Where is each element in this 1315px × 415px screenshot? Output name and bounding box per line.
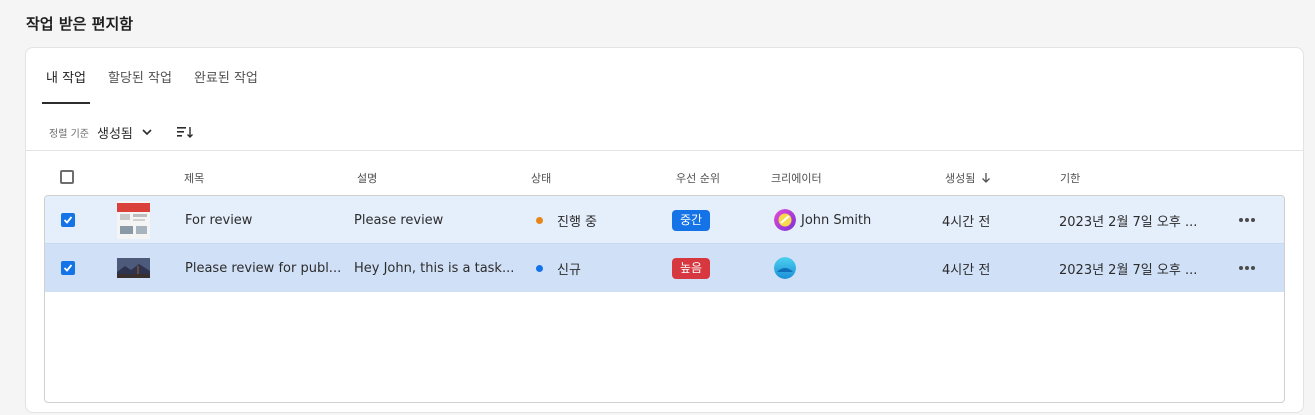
tab-assigned-tasks[interactable]: 할당된 작업 xyxy=(104,70,176,104)
task-status: 진행 중 xyxy=(536,196,597,244)
column-header-creator[interactable]: 크리에이터 xyxy=(771,170,822,186)
table-row[interactable]: Please review for publ... Hey John, this… xyxy=(45,244,1284,292)
row-thumbnail xyxy=(117,244,150,292)
more-icon[interactable] xyxy=(1238,265,1256,271)
sort-bar: 정렬 기준 생성됨 xyxy=(49,121,195,143)
document-thumbnail-image xyxy=(117,201,150,239)
status-dot-icon xyxy=(536,264,543,272)
tab-completed-tasks[interactable]: 완료된 작업 xyxy=(190,70,262,104)
row-checkbox[interactable] xyxy=(61,261,75,275)
sort-value[interactable]: 생성됨 xyxy=(97,123,133,142)
column-status-label: 상태 xyxy=(531,172,552,185)
task-due: 2023년 2월 7일 오후 ... xyxy=(1059,262,1198,278)
divider xyxy=(26,150,1303,151)
avatar xyxy=(774,257,796,279)
task-title[interactable]: For review xyxy=(185,196,252,244)
column-header-status[interactable]: 상태 xyxy=(531,170,551,186)
task-table: For review Please review 진행 중 중간 John Sm… xyxy=(44,195,1285,403)
priority-badge: 중간 xyxy=(672,209,711,231)
creator-name: John Smith xyxy=(801,212,872,228)
column-priority-label: 우선 순위 xyxy=(676,172,720,185)
arrow-down-icon xyxy=(982,173,991,183)
row-more-actions[interactable] xyxy=(1238,196,1256,244)
column-created-label: 생성됨 xyxy=(945,172,976,185)
priority-badge: 높음 xyxy=(672,257,711,279)
task-priority: 높음 xyxy=(672,244,711,292)
task-title[interactable]: Please review for publ... xyxy=(185,244,341,292)
task-status: 신규 xyxy=(536,244,581,292)
column-header-title[interactable]: 제목 xyxy=(184,170,204,186)
table-header: 제목 설명 상태 우선 순위 크리에이터 생성됨 기한 xyxy=(44,161,1284,193)
page-title: 작업 받은 편지함 xyxy=(26,15,134,33)
column-creator-label: 크리에이터 xyxy=(771,172,822,185)
column-header-created[interactable]: 생성됨 xyxy=(945,170,991,186)
avatar xyxy=(774,209,796,231)
task-created: 4시간 전 xyxy=(942,262,991,278)
column-header-priority[interactable]: 우선 순위 xyxy=(676,170,720,186)
status-dot-icon xyxy=(536,216,543,224)
select-all-checkbox[interactable] xyxy=(60,170,74,184)
sort-order-icon[interactable] xyxy=(176,125,195,139)
task-description: Please review xyxy=(354,212,444,228)
photo-thumbnail-image xyxy=(117,258,150,278)
row-more-actions[interactable] xyxy=(1238,244,1256,292)
task-created: 4시간 전 xyxy=(942,214,991,230)
column-title-label: 제목 xyxy=(184,172,205,185)
column-header-due[interactable]: 기한 xyxy=(1060,170,1080,186)
status-label: 신규 xyxy=(557,262,581,278)
chevron-down-icon[interactable] xyxy=(141,126,153,138)
task-due: 2023년 2월 7일 오후 ... xyxy=(1059,214,1198,230)
inbox-card: 내 작업 할당된 작업 완료된 작업 정렬 기준 생성됨 제목 설명 상태 우선… xyxy=(25,47,1304,413)
column-due-label: 기한 xyxy=(1060,172,1081,185)
status-label: 진행 중 xyxy=(557,214,598,230)
row-checkbox[interactable] xyxy=(61,213,75,227)
task-creator xyxy=(774,244,801,292)
tab-bar: 내 작업 할당된 작업 완료된 작업 xyxy=(42,70,276,104)
table-row[interactable]: For review Please review 진행 중 중간 John Sm… xyxy=(45,196,1284,244)
sort-label: 정렬 기준 xyxy=(49,128,89,140)
task-creator: John Smith xyxy=(774,196,871,244)
task-description: Hey John, this is a task... xyxy=(354,260,515,276)
row-thumbnail xyxy=(117,196,150,244)
task-priority: 중간 xyxy=(672,196,711,244)
column-description-label: 설명 xyxy=(357,172,378,185)
more-icon[interactable] xyxy=(1238,217,1256,223)
column-header-description[interactable]: 설명 xyxy=(357,170,377,186)
tab-my-tasks[interactable]: 내 작업 xyxy=(42,70,91,104)
